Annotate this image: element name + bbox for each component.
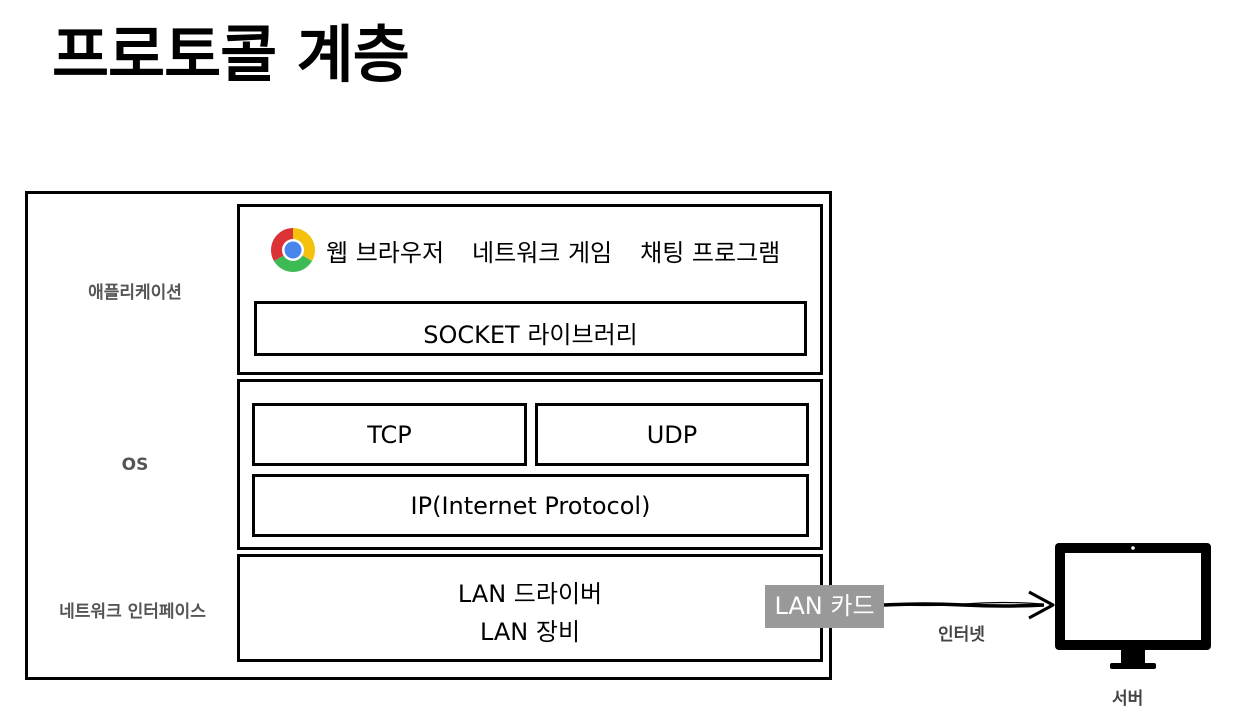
lan-device-label: LAN 장비 <box>479 618 581 646</box>
tcp-box: TCP <box>252 403 527 466</box>
ip-label: IP(Internet Protocol) <box>410 492 651 520</box>
lan-driver-label: LAN 드라이버 <box>457 580 603 608</box>
socket-library-box: SOCKET 라이브러리 <box>254 301 807 356</box>
layer-label-network-interface: 네트워크 인터페이스 <box>59 602 206 622</box>
application-layer-box: 웹 브라우저 네트워크 게임 채팅 프로그램 SOCKET 라이브러리 <box>237 204 823 375</box>
os-layer-box: TCP UDP IP(Internet Protocol) <box>237 379 823 550</box>
monitor-icon <box>1055 543 1211 669</box>
internet-arrow <box>884 590 1055 620</box>
app-web-browser: 웹 브라우저 <box>326 238 445 267</box>
layer-label-os: OS <box>121 455 149 475</box>
lan-card-badge: LAN 카드 <box>765 585 884 628</box>
udp-box: UDP <box>535 403 809 466</box>
ip-box: IP(Internet Protocol) <box>252 474 809 537</box>
server-label: 서버 <box>1112 689 1144 709</box>
internet-label: 인터넷 <box>938 625 985 645</box>
app-chat-program: 채팅 프로그램 <box>640 238 781 267</box>
layer-label-application: 애플리케이션 <box>88 283 182 303</box>
application-list: 웹 브라우저 네트워크 게임 채팅 프로그램 <box>268 225 780 275</box>
app-network-game: 네트워크 게임 <box>472 238 613 267</box>
udp-label: UDP <box>646 421 698 449</box>
socket-library-label: SOCKET 라이브러리 <box>423 321 638 349</box>
tcp-label: TCP <box>367 421 412 449</box>
chrome-icon <box>271 228 315 272</box>
page-title: 프로토콜 계층 <box>52 18 410 91</box>
network-interface-layer-box: LAN 드라이버 LAN 장비 <box>237 554 823 662</box>
